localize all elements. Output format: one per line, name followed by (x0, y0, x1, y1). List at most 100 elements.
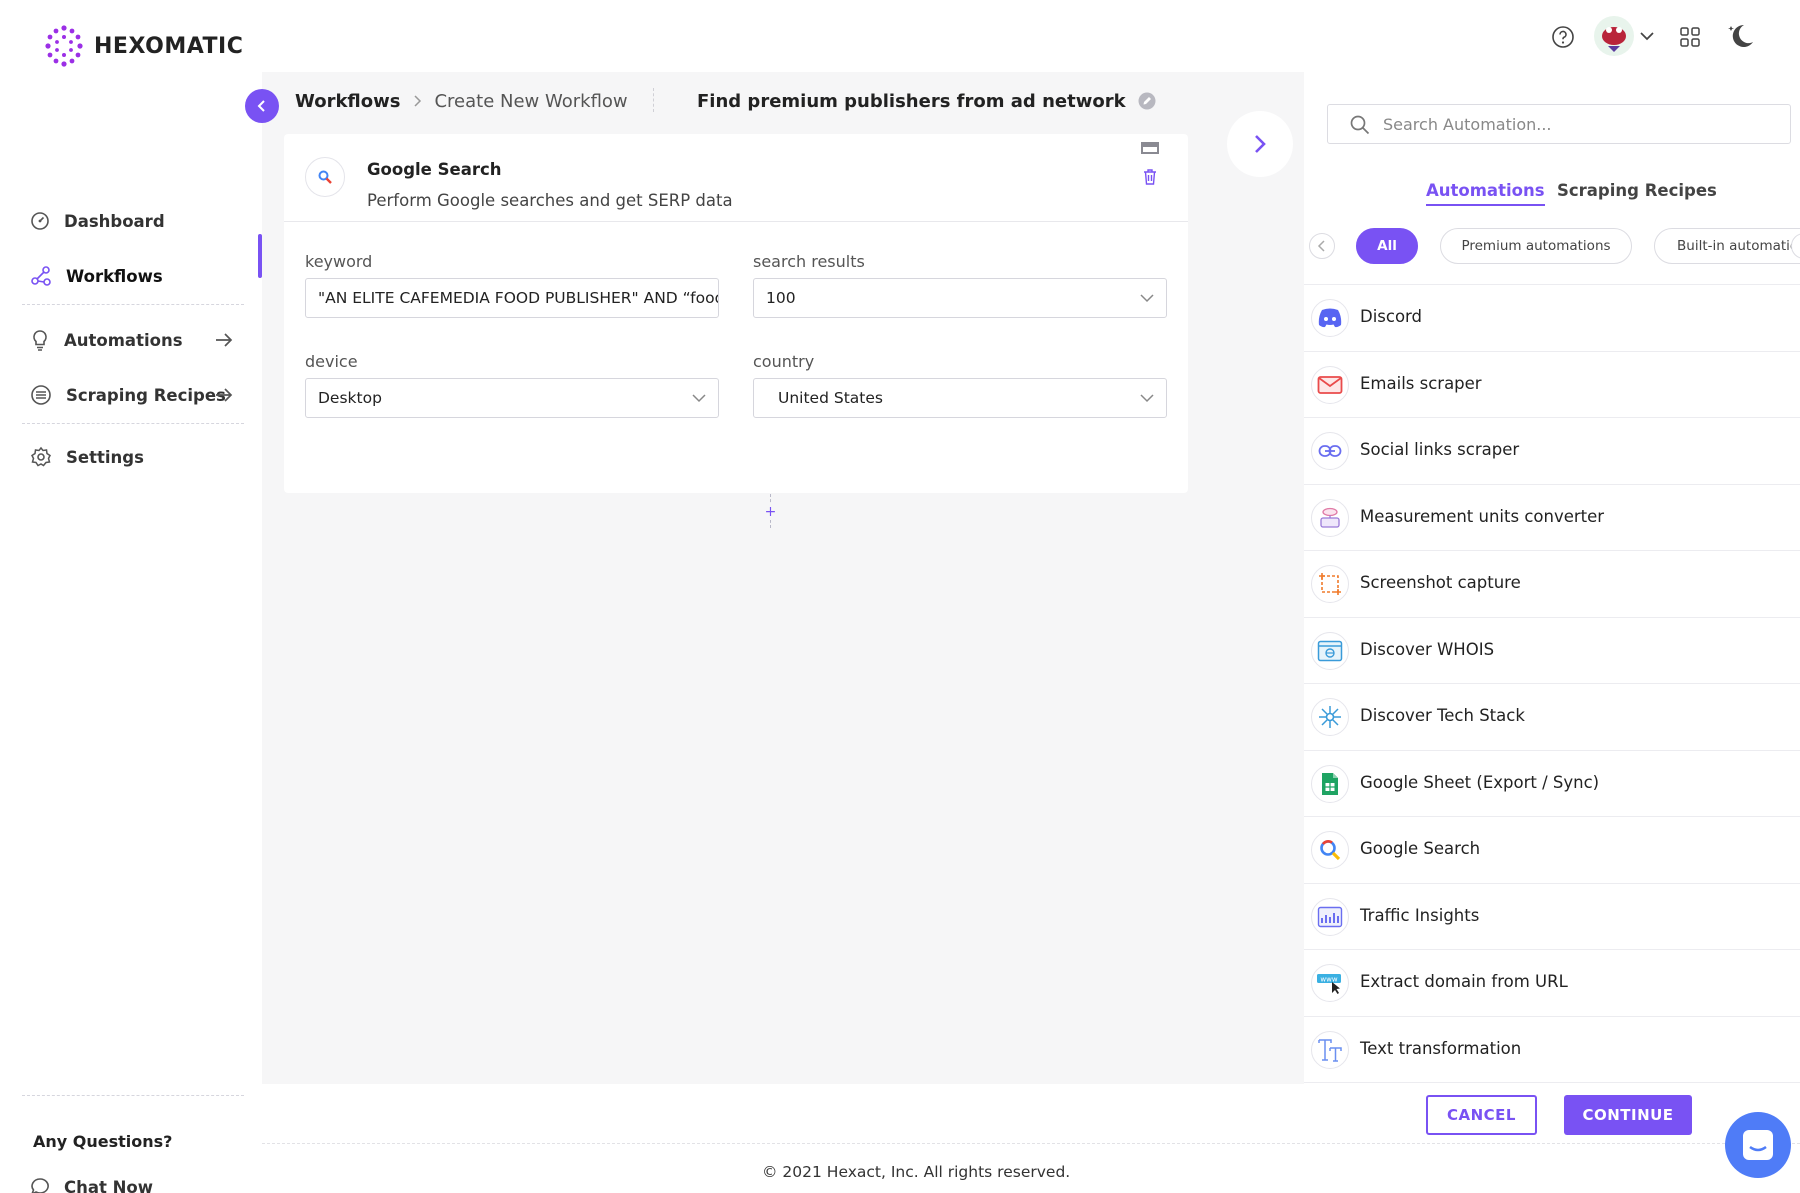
list-item[interactable]: Measurement units converter (1304, 485, 1800, 551)
avatar[interactable] (1594, 16, 1634, 56)
dashboard-icon (31, 212, 49, 230)
search-placeholder: Search Automation... (1383, 114, 1552, 134)
card-header: Google Search Perform Google searches an… (284, 134, 1188, 222)
arrow-right-icon (216, 388, 233, 402)
workflow-title: Find premium publishers from ad network (697, 89, 1156, 113)
sidebar-item-settings[interactable]: Settings (30, 446, 144, 468)
card-description: Perform Google searches and get SERP dat… (367, 191, 733, 210)
chevron-down-icon (1140, 394, 1154, 403)
chevron-right-icon (1255, 135, 1266, 153)
list-item[interactable]: Google Search (1304, 817, 1800, 884)
arrow-right-icon (216, 333, 233, 347)
discord-icon (1311, 299, 1349, 337)
sidebar-item-label: Workflows (66, 266, 163, 286)
divider (262, 1143, 1800, 1144)
breadcrumb-root[interactable]: Workflows (295, 91, 400, 112)
list-item[interactable]: Social links scraper (1304, 418, 1800, 485)
questions-title: Any Questions? (33, 1132, 173, 1151)
minimize-icon[interactable] (1140, 140, 1160, 156)
sidebar-item-workflows[interactable]: Workflows (30, 265, 163, 287)
google-sheet-icon (1311, 764, 1349, 803)
chevron-down-icon[interactable] (1640, 31, 1654, 41)
sidebar-item-label: Automations (64, 330, 183, 350)
list-item[interactable]: Discover WHOIS (1304, 618, 1800, 684)
chat-icon (31, 1178, 49, 1193)
add-step-button[interactable]: + (762, 503, 779, 520)
collapse-sidebar-button[interactable] (245, 89, 279, 123)
list-item[interactable]: Google Sheet (Export / Sync) (1304, 751, 1800, 817)
chat-widget-icon (1743, 1130, 1773, 1160)
scale-icon (1311, 498, 1349, 537)
automation-name: Discover Tech Stack (1360, 706, 1525, 725)
device-value: Desktop (318, 389, 382, 407)
automation-list: Discord Emails scraper Social links scra… (1304, 285, 1800, 1083)
search-automation-input[interactable]: Search Automation... (1327, 104, 1791, 144)
help-icon[interactable] (1551, 25, 1575, 49)
keyword-input[interactable]: "AN ELITE CAFEMEDIA FOOD PUBLISHER" AND … (305, 278, 719, 318)
automation-name: Extract domain from URL (1360, 972, 1568, 991)
list-item[interactable]: Discover Tech Stack (1304, 684, 1800, 751)
list-item[interactable]: www Extract domain from URL (1304, 950, 1800, 1017)
avatar-image (1602, 27, 1626, 52)
next-step-button[interactable] (1227, 111, 1293, 177)
list-item[interactable]: Traffic Insights (1304, 884, 1800, 950)
google-search-icon (1311, 831, 1349, 869)
search-results-select[interactable]: 100 (753, 278, 1167, 318)
sidebar-item-dashboard[interactable]: Dashboard (30, 211, 165, 231)
chips-scroll-left[interactable] (1309, 233, 1335, 259)
divider (22, 304, 244, 305)
edit-icon[interactable] (1138, 92, 1156, 110)
sidebar-item-label: Settings (66, 447, 144, 467)
automation-name: Traffic Insights (1360, 905, 1480, 925)
search-results-value: 100 (766, 289, 796, 307)
chat-widget-button[interactable] (1725, 1112, 1791, 1178)
email-scraper-icon (1311, 365, 1349, 404)
chevron-left-icon (257, 100, 265, 112)
sidebar-item-label: Scraping Recipes (66, 385, 226, 405)
chevron-left-icon (1317, 240, 1325, 252)
continue-button[interactable]: CONTINUE (1564, 1095, 1692, 1135)
sidebar-item-label: Dashboard (64, 211, 165, 231)
sidebar-item-automations[interactable]: Automations (30, 329, 233, 351)
chip-premium[interactable]: Premium automations (1440, 228, 1632, 264)
filter-chips: All Premium automations Built-in automat… (1304, 227, 1800, 265)
automation-name: Google Search (1360, 839, 1481, 858)
search-icon (1350, 115, 1370, 135)
chat-now-link[interactable]: Chat Now (30, 1177, 153, 1193)
trash-icon[interactable] (1142, 168, 1158, 186)
automation-name: Measurement units converter (1360, 506, 1605, 526)
chevron-down-icon (692, 394, 706, 403)
country-value: United States (778, 389, 883, 407)
country-select[interactable]: United States (753, 378, 1167, 418)
device-select[interactable]: Desktop (305, 378, 719, 418)
divider (653, 88, 654, 112)
hexomatic-logo-icon (45, 25, 83, 67)
keyword-label: keyword (305, 252, 373, 271)
sidebar-item-scraping-recipes[interactable]: Scraping Recipes (30, 384, 233, 406)
apps-grid-icon[interactable] (1680, 27, 1700, 47)
chip-built-in[interactable]: Built-in automations (1654, 228, 1800, 264)
chip-all[interactable]: All (1356, 228, 1418, 264)
svg-text:www: www (1320, 976, 1337, 984)
list-item[interactable]: Text transformation (1304, 1017, 1800, 1083)
divider (22, 1095, 244, 1096)
cancel-button[interactable]: CANCEL (1426, 1095, 1537, 1135)
workflow-title-text: Find premium publishers from ad network (697, 90, 1126, 112)
list-item[interactable]: Screenshot capture (1304, 551, 1800, 618)
list-item[interactable]: Discord (1304, 285, 1800, 352)
list-item[interactable]: Emails scraper (1304, 352, 1800, 418)
automation-name: Social links scraper (1360, 440, 1520, 459)
divider (22, 423, 244, 424)
www-cursor-icon: www (1311, 964, 1349, 1002)
chat-now-label: Chat Now (64, 1177, 154, 1193)
hexomatic-logo[interactable]: HEXOMATIC (42, 24, 243, 68)
recipes-icon (31, 385, 51, 405)
link-icon (1311, 432, 1349, 470)
dark-mode-icon[interactable] (1726, 22, 1756, 52)
tab-automations[interactable]: Automations (1426, 181, 1545, 206)
workflows-icon (31, 266, 51, 286)
tab-scraping-recipes[interactable]: Scraping Recipes (1557, 181, 1717, 200)
chevron-down-icon (1140, 294, 1154, 303)
device-label: device (305, 352, 358, 371)
automation-name: Google Sheet (Export / Sync) (1360, 772, 1600, 792)
